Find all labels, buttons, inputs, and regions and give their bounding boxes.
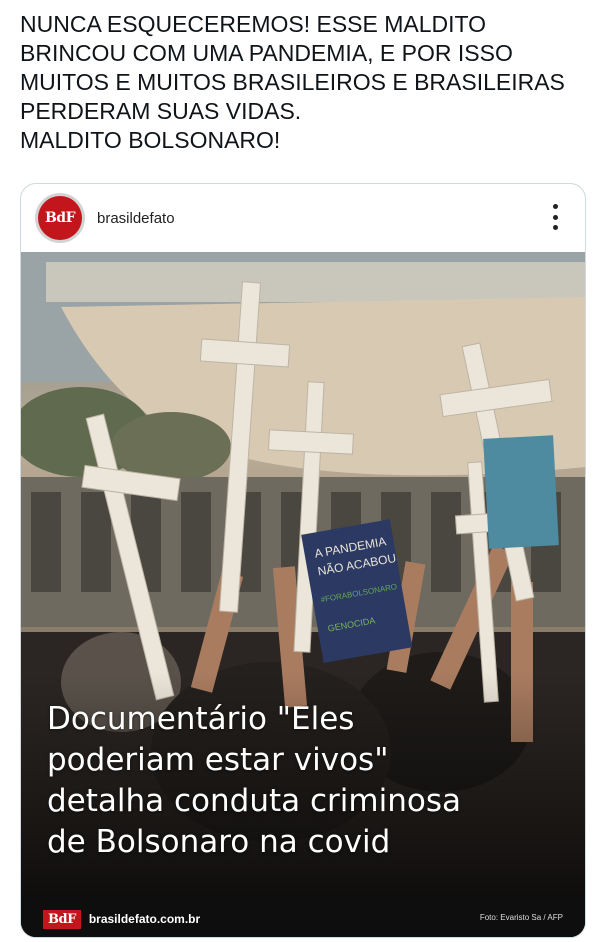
image-footer-bar: BdF brasildefato.com.br Foto: Evaristo S… [21,899,585,937]
headline-line: Documentário "Eles [47,701,355,737]
more-vertical-icon[interactable] [551,204,559,230]
instagram-embed-card[interactable]: BdF brasildefato A PANDEMIA NÃO ACABOU #… [20,183,586,938]
tweet-line: PERDERAM SUAS VIDAS. [20,98,302,124]
embed-header: BdF brasildefato [21,184,585,252]
headline-line: poderiam estar vivos" [47,742,389,778]
tweet-line: MALDITO BOLSONARO! [20,127,281,153]
tweet-line: NUNCA ESQUECEREMOS! ESSE MALDITO [20,11,487,37]
headline-line: de Bolsonaro na covid [47,824,391,860]
tweet-line: BRINCOU COM UMA PANDEMIA, E POR ISSO [20,40,513,66]
brand-logo: BdF [43,909,81,929]
post-image[interactable]: A PANDEMIA NÃO ACABOU #FORABOLSONARO GEN… [21,252,585,937]
avatar-logo: BdF [38,196,82,240]
avatar[interactable]: BdF [35,193,85,243]
headline-line: detalha conduta criminosa [47,783,461,819]
photo-credit: Foto: Evaristo Sa / AFP [479,913,563,922]
tweet-line: MUITOS E MUITOS BRASILEIROS E BRASILEIRA… [20,69,565,95]
website-label: brasildefato.com.br [88,912,201,926]
headline: Documentário "Eles poderiam estar vivos"… [47,699,567,863]
account-name[interactable]: brasildefato [97,210,175,227]
tweet-text: NUNCA ESQUECEREMOS! ESSE MALDITO BRINCOU… [20,10,590,155]
